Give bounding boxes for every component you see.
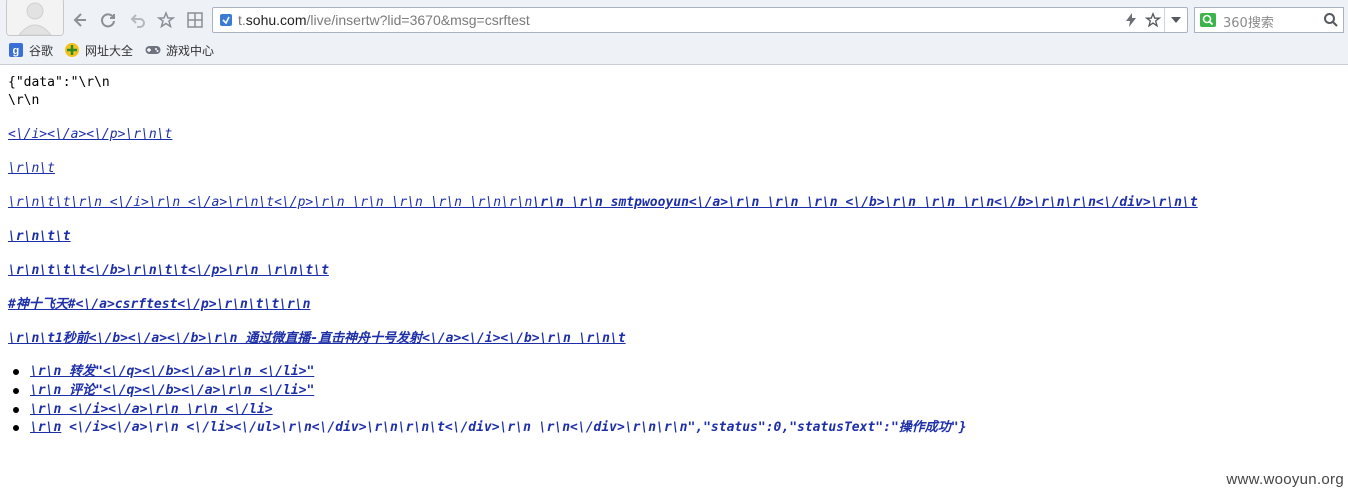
list-item: \r\n 转发"<\/q><\/b><\/a>\r\n <\/li>" — [13, 363, 314, 381]
content-link[interactable]: \r\n\t — [8, 160, 55, 178]
link-segment: \r\n\t\t\r\n <\/i>\r\n <\/a>\r\n\t<\/p>\… — [8, 195, 533, 210]
bookmark-web-directory[interactable]: 网址大全 — [64, 41, 133, 59]
refresh-icon[interactable] — [97, 9, 119, 31]
web-directory-icon — [64, 42, 80, 58]
list-item-link[interactable]: \r\n — [30, 420, 61, 435]
chevron-down-icon[interactable] — [1164, 8, 1187, 32]
bookmarks-bar: g 谷歌 网址大全 游戏中心 — [0, 38, 1348, 62]
navigation-toolbar: t.sohu.com/live/insertw?lid=3670&msg=csr… — [0, 0, 1348, 38]
search-box[interactable]: 360搜索 — [1194, 7, 1344, 33]
address-bar-actions — [1120, 8, 1187, 32]
star-icon[interactable] — [155, 9, 177, 31]
watermark: www.wooyun.org — [1226, 471, 1344, 488]
bullet — [13, 369, 19, 375]
grid-icon[interactable] — [184, 9, 206, 31]
url-host: sohu.com — [245, 12, 307, 28]
secure-shield-icon — [219, 13, 233, 27]
content-link-long[interactable]: \r\n\t\t\r\n <\/i>\r\n <\/a>\r\n\t<\/p>\… — [8, 194, 1198, 212]
list-item: \r\n <\/i><\/a>\r\n <\/li><\/ul>\r\n<\/d… — [13, 419, 967, 437]
list-item: \r\n 评论"<\/q><\/b><\/a>\r\n <\/li>" — [13, 382, 314, 400]
search-input[interactable]: 360搜索 — [1223, 12, 1274, 31]
content-link-source[interactable]: \r\n\t1秒前<\/b><\/a><\/b>\r\n 通过微直播-直击神舟十… — [8, 330, 626, 348]
lightning-icon[interactable] — [1120, 8, 1142, 32]
bullet — [13, 425, 19, 431]
url-text[interactable]: t.sohu.com/live/insertw?lid=3670&msg=csr… — [238, 12, 530, 28]
content-link[interactable]: <\/i><\/a><\/p>\r\n\t — [8, 126, 172, 144]
search-icon[interactable] — [1323, 12, 1339, 28]
url-path: /live/insertw?lid=3670&msg=csrftest — [306, 12, 530, 28]
bookmark-label: 游戏中心 — [166, 43, 215, 58]
star-outline-icon[interactable] — [1142, 8, 1164, 32]
list-item-link[interactable]: \r\n 转发"<\/q><\/b><\/a>\r\n <\/li>" — [30, 364, 314, 379]
undo-arrow-icon[interactable] — [127, 9, 149, 31]
bullet — [13, 407, 19, 413]
list-item-link[interactable]: \r\n <\/i><\/a>\r\n \r\n <\/li> — [30, 402, 273, 417]
back-arrow-icon[interactable] — [68, 9, 90, 31]
svg-text:g: g — [13, 45, 20, 57]
content-link[interactable]: \r\n\t\t\t<\/b>\r\n\t\t<\/p>\r\n \r\n\t\… — [8, 262, 329, 280]
bookmark-label: 谷歌 — [29, 43, 54, 58]
raw-text-line: \r\n — [8, 93, 40, 108]
link-segment-bold: \r\n \r\n smtpwooyun<\/a>\r\n \r\n \r\n … — [532, 195, 1198, 210]
bookmark-label: 网址大全 — [85, 43, 134, 58]
list-item: \r\n <\/i><\/a>\r\n \r\n <\/li> — [13, 401, 273, 419]
bullet — [13, 388, 19, 394]
url-prefix: t. — [238, 12, 246, 28]
bookmark-google[interactable]: g 谷歌 — [8, 41, 53, 59]
content-link[interactable]: \r\n\t\t — [8, 228, 71, 246]
google-icon: g — [8, 42, 24, 58]
list-item-tail: <\/i><\/a>\r\n <\/li><\/ul>\r\n<\/div>\r… — [61, 420, 967, 435]
gamepad-icon — [145, 42, 161, 58]
list-item-link[interactable]: \r\n 评论"<\/q><\/b><\/a>\r\n <\/li>" — [30, 383, 314, 398]
raw-text-line: {"data":"\r\n — [8, 75, 110, 90]
bookmark-game-center[interactable]: 游戏中心 — [145, 41, 214, 59]
address-bar[interactable]: t.sohu.com/live/insertw?lid=3670&msg=csr… — [212, 7, 1188, 33]
content-link-topic[interactable]: #神十飞天#<\/a>csrftest<\/p>\r\n\t\t\r\n — [8, 296, 310, 314]
user-avatar-icon[interactable] — [6, 0, 64, 36]
360-search-logo-icon — [1200, 13, 1216, 27]
browser-chrome: t.sohu.com/live/insertw?lid=3670&msg=csr… — [0, 0, 1348, 65]
